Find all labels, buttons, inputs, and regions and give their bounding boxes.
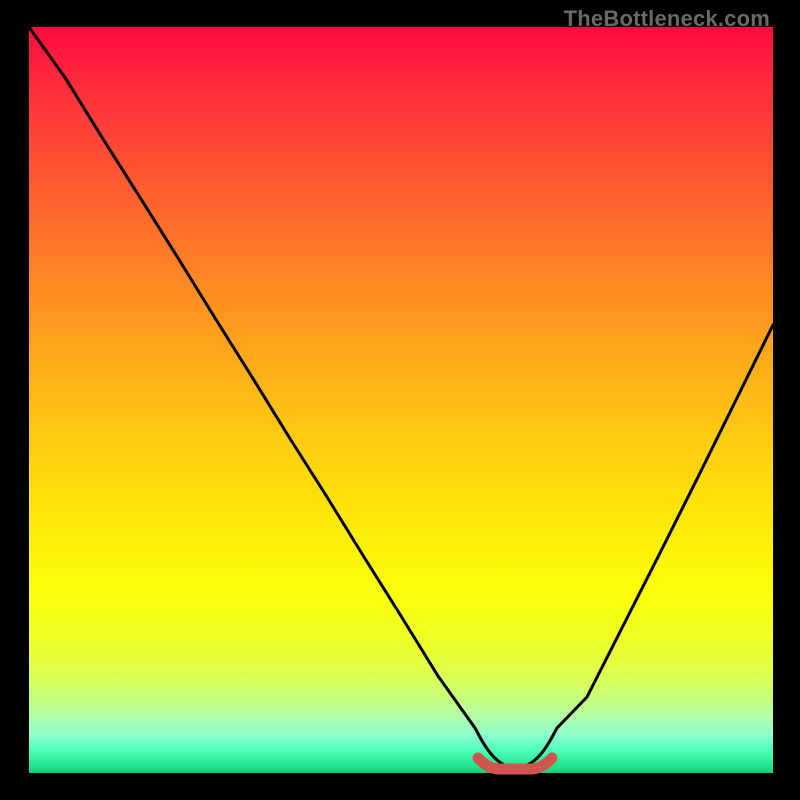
flat-minimum-marker: [478, 758, 552, 769]
watermark-text: TheBottleneck.com: [564, 6, 770, 32]
bottleneck-curve: [29, 27, 773, 768]
chart-svg: [29, 27, 773, 773]
plot-gradient-background: [29, 27, 773, 773]
chart-frame: { "watermark": "TheBottleneck.com", "cha…: [0, 0, 800, 800]
